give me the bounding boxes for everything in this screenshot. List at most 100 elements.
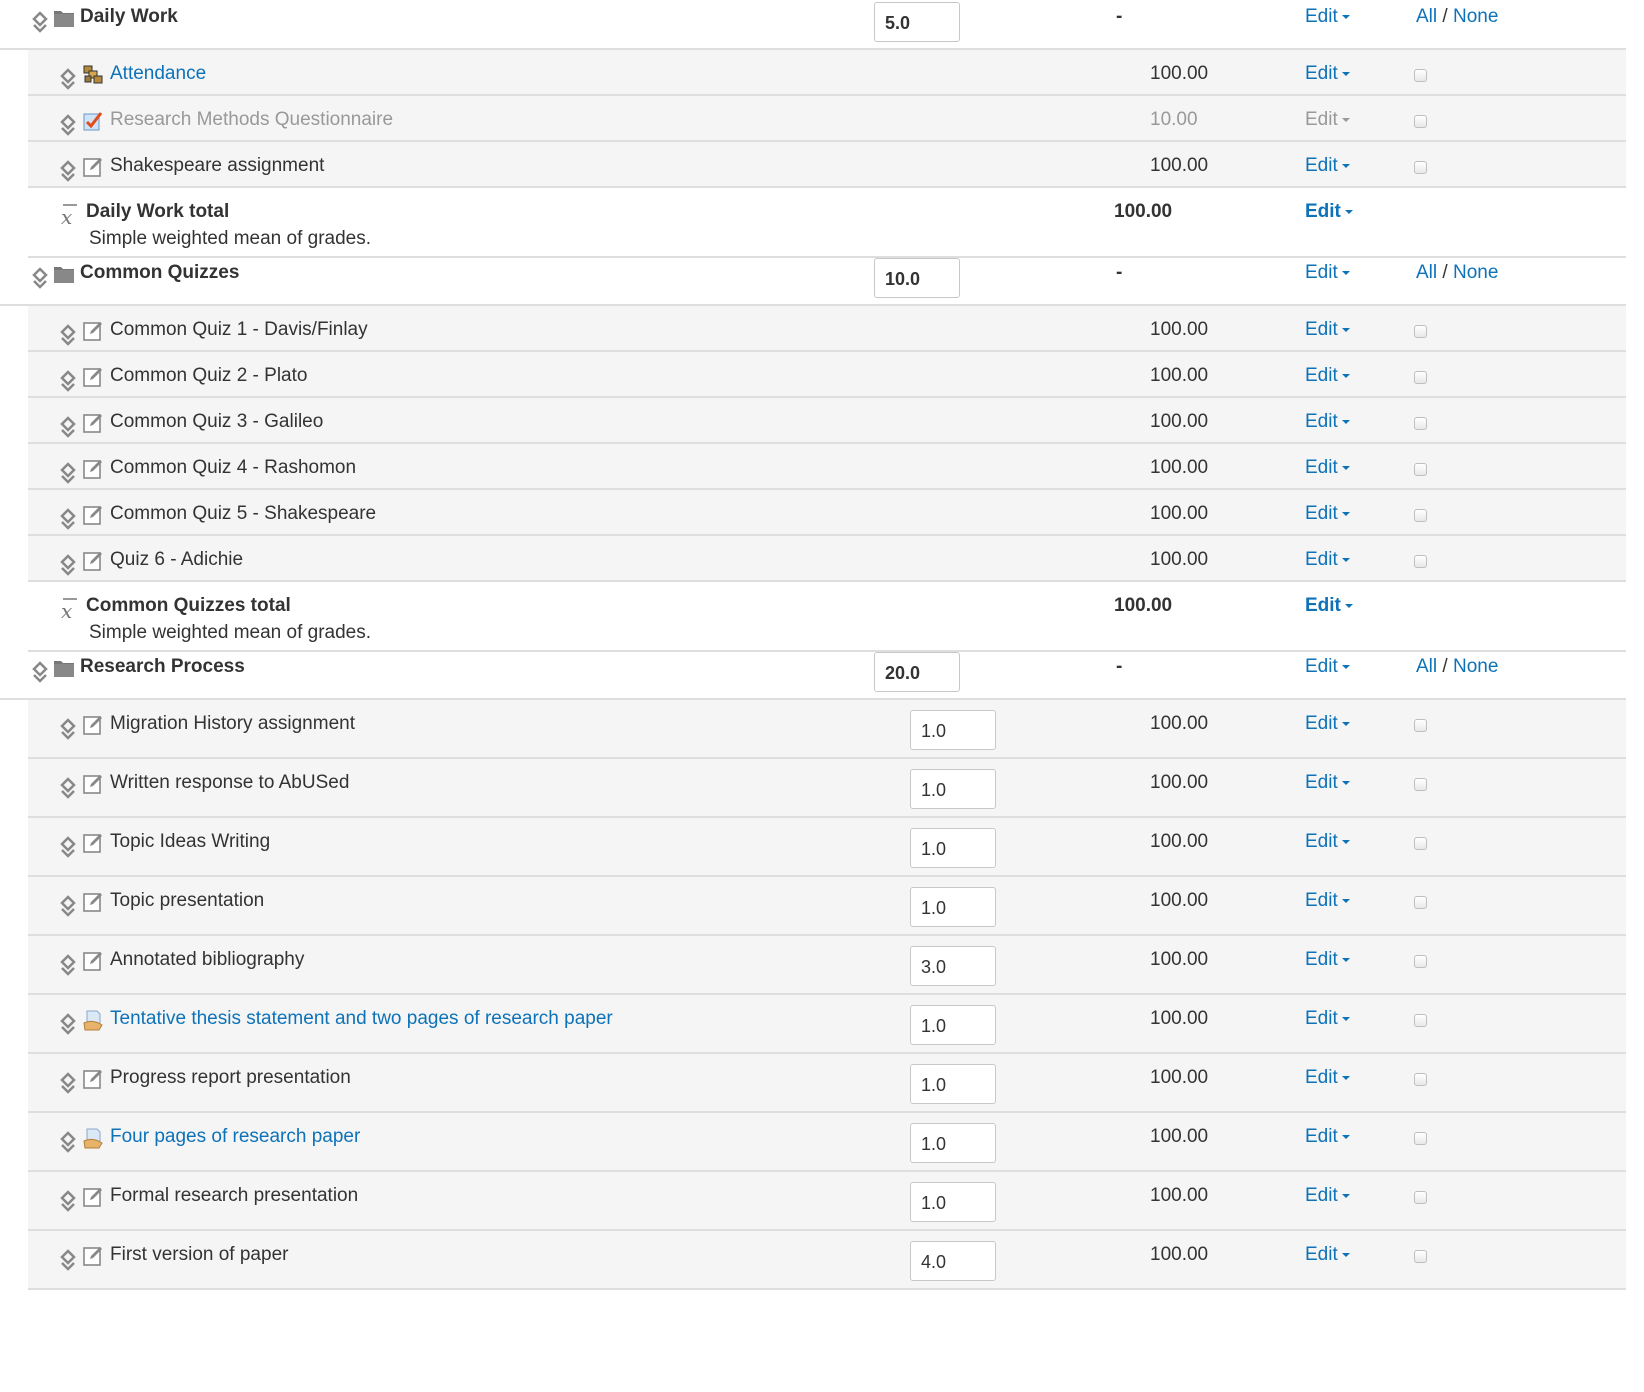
max-grade: 100.00 (1150, 503, 1209, 524)
select-checkbox[interactable] (1414, 1073, 1427, 1086)
select-checkbox[interactable] (1414, 1191, 1427, 1204)
move-icon[interactable] (60, 718, 76, 740)
select-checkbox[interactable] (1414, 1250, 1427, 1263)
edit-menu-button[interactable]: Edit (1305, 890, 1350, 912)
edit-menu-button[interactable]: Edit (1305, 457, 1350, 479)
edit-menu-button[interactable]: Edit (1305, 319, 1350, 341)
weight-input[interactable]: 1.0 (910, 1123, 996, 1163)
move-icon[interactable] (60, 416, 76, 438)
move-icon[interactable] (60, 836, 76, 858)
edit-menu-button[interactable]: Edit (1305, 1244, 1350, 1266)
select-checkbox[interactable] (1414, 1014, 1427, 1027)
select-checkbox[interactable] (1414, 896, 1427, 909)
move-icon[interactable] (60, 1013, 76, 1035)
edit-menu-button[interactable]: Edit (1305, 549, 1350, 571)
item-name[interactable]: Attendance (110, 63, 206, 85)
weight-input[interactable]: 5.0 (874, 2, 960, 42)
edit-menu-button[interactable]: Edit (1305, 503, 1350, 525)
move-icon[interactable] (32, 661, 48, 683)
select-none-link[interactable]: None (1453, 6, 1498, 27)
weight-input[interactable]: 1.0 (910, 710, 996, 750)
move-icon[interactable] (60, 954, 76, 976)
edit-menu-button[interactable]: Edit (1305, 262, 1350, 284)
grade-item-row: Progress report presentation 1.0 100.00 Edi… (28, 1054, 1626, 1113)
edit-menu-button[interactable]: Edit (1305, 109, 1350, 131)
move-icon[interactable] (60, 1249, 76, 1271)
edit-menu-button[interactable]: Edit (1305, 772, 1350, 794)
select-checkbox[interactable] (1414, 371, 1427, 384)
move-icon[interactable] (60, 1131, 76, 1153)
weight-input[interactable]: 10.0 (874, 258, 960, 298)
edit-menu-button[interactable]: Edit (1305, 595, 1353, 617)
edit-menu-button[interactable]: Edit (1305, 656, 1350, 678)
edit-menu-button[interactable]: Edit (1305, 411, 1350, 433)
move-icon[interactable] (60, 370, 76, 392)
grade-item-row: Research Methods Questionnaire 10.00 Edit (28, 96, 1626, 142)
item-name[interactable]: Tentative thesis statement and two pages… (110, 1008, 613, 1030)
edit-menu-button[interactable]: Edit (1305, 155, 1350, 177)
edit-menu-button[interactable]: Edit (1305, 713, 1350, 735)
move-icon[interactable] (60, 554, 76, 576)
move-icon[interactable] (32, 267, 48, 289)
select-none-link[interactable]: None (1453, 656, 1498, 677)
select-checkbox[interactable] (1414, 1132, 1427, 1145)
assignment-icon (82, 1009, 104, 1031)
move-icon[interactable] (60, 1190, 76, 1212)
caret-down-icon (1341, 373, 1350, 378)
select-none-link[interactable]: None (1453, 262, 1498, 283)
item-name: Topic presentation (110, 890, 265, 911)
select-checkbox[interactable] (1414, 325, 1427, 338)
select-checkbox[interactable] (1414, 463, 1427, 476)
weight-input[interactable]: 1.0 (910, 769, 996, 809)
select-checkbox[interactable] (1414, 555, 1427, 568)
select-checkbox[interactable] (1414, 719, 1427, 732)
move-icon[interactable] (60, 1072, 76, 1094)
edit-menu-button[interactable]: Edit (1305, 201, 1353, 223)
move-icon[interactable] (32, 11, 48, 33)
max-grade: 100.00 (1150, 1244, 1209, 1265)
item-name[interactable]: Four pages of research paper (110, 1126, 360, 1148)
select-checkbox[interactable] (1414, 69, 1427, 82)
select-all-link[interactable]: All (1416, 262, 1437, 283)
weight-input[interactable]: 1.0 (910, 1182, 996, 1222)
edit-menu-button[interactable]: Edit (1305, 1067, 1350, 1089)
move-icon[interactable] (60, 160, 76, 182)
select-all-link[interactable]: All (1416, 6, 1437, 27)
move-icon[interactable] (60, 68, 76, 90)
item-name: Written response to AbUSed (110, 772, 350, 793)
select-checkbox[interactable] (1414, 115, 1427, 128)
edit-menu-button[interactable]: Edit (1305, 6, 1350, 28)
select-checkbox[interactable] (1414, 778, 1427, 791)
edit-menu-button[interactable]: Edit (1305, 1126, 1350, 1148)
edit-menu-button[interactable]: Edit (1305, 1185, 1350, 1207)
select-checkbox[interactable] (1414, 509, 1427, 522)
manual-item-icon (82, 550, 104, 572)
move-icon[interactable] (60, 895, 76, 917)
weight-input[interactable]: 1.0 (910, 887, 996, 927)
edit-menu-button[interactable]: Edit (1305, 949, 1350, 971)
select-checkbox[interactable] (1414, 417, 1427, 430)
move-icon[interactable] (60, 324, 76, 346)
weight-input[interactable]: 3.0 (910, 946, 996, 986)
weight-input[interactable]: 4.0 (910, 1241, 996, 1281)
select-all-link[interactable]: All (1416, 656, 1437, 677)
edit-menu-button[interactable]: Edit (1305, 1008, 1350, 1030)
grade-item-row: Common Quiz 1 - Davis/Finlay 100.00 Edit (28, 306, 1626, 352)
edit-label: Edit (1305, 1185, 1338, 1206)
item-name: Shakespeare assignment (110, 155, 325, 176)
move-icon[interactable] (60, 462, 76, 484)
select-checkbox[interactable] (1414, 955, 1427, 968)
move-icon[interactable] (60, 508, 76, 530)
weight-input[interactable]: 20.0 (874, 652, 960, 692)
weight-input[interactable]: 1.0 (910, 828, 996, 868)
select-checkbox[interactable] (1414, 161, 1427, 174)
weight-input[interactable]: 1.0 (910, 1005, 996, 1045)
grade-item-row: Quiz 6 - Adichie 100.00 Edit (28, 536, 1626, 582)
move-icon[interactable] (60, 114, 76, 136)
move-icon[interactable] (60, 777, 76, 799)
weight-input[interactable]: 1.0 (910, 1064, 996, 1104)
edit-menu-button[interactable]: Edit (1305, 63, 1350, 85)
select-checkbox[interactable] (1414, 837, 1427, 850)
edit-menu-button[interactable]: Edit (1305, 365, 1350, 387)
edit-menu-button[interactable]: Edit (1305, 831, 1350, 853)
